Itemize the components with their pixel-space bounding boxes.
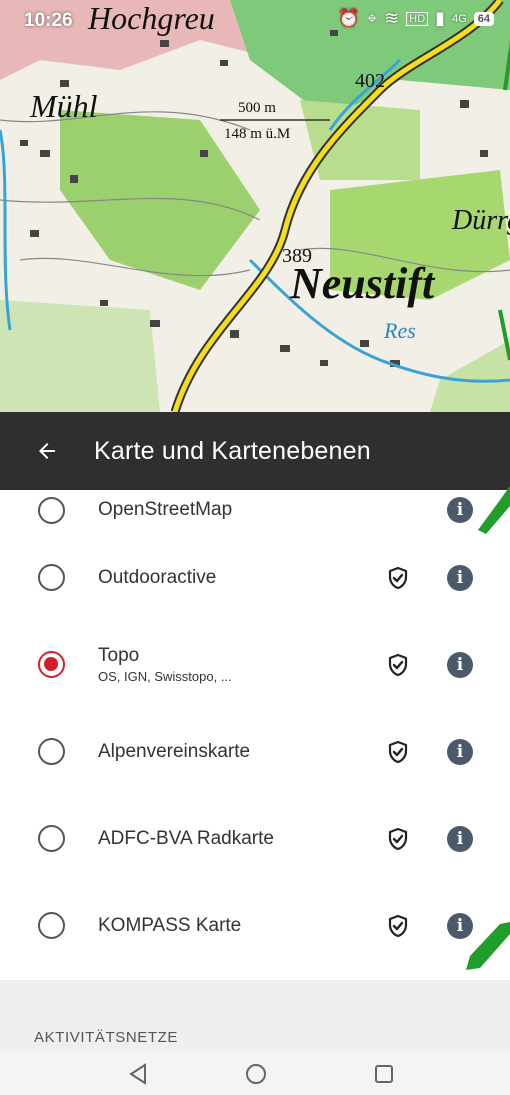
layer-sublabel: OS, IGN, Swisstopo, ... <box>98 669 232 684</box>
status-time: 10:26 <box>24 10 73 31</box>
radio-button[interactable] <box>38 496 65 524</box>
list-item[interactable]: Alpenvereinskarte i <box>0 708 510 795</box>
radio-button[interactable] <box>38 825 65 852</box>
hd-icon: HD <box>406 11 429 26</box>
nav-home-icon[interactable] <box>244 1062 268 1086</box>
layer-label: Alpenvereinskarte <box>98 740 251 762</box>
annotation-arrow-icon <box>478 486 510 534</box>
radio-button[interactable] <box>38 912 65 939</box>
map-view[interactable]: Hochgreu Mühl Neustift Dürrg Res 402 389… <box>0 0 510 412</box>
shield-check-icon <box>388 740 408 763</box>
app-bar: Karte und Kartenebenen <box>0 412 510 490</box>
system-nav-bar <box>0 1052 510 1095</box>
list-item[interactable]: Topo OS, IGN, Swisstopo, ... i <box>0 621 510 708</box>
map-town-label: Mühl <box>30 88 98 124</box>
layer-label: Topo <box>98 645 140 666</box>
status-bar: 10:26 ⏰ ⌖ ≋ HD ▮ 4G 64 <box>0 0 510 40</box>
signal-icon: ▮ <box>435 8 446 28</box>
annotation-arrow-icon <box>466 922 510 970</box>
map-water-label: Res <box>384 318 416 343</box>
info-icon[interactable]: i <box>447 564 473 591</box>
map-elevation-label: 402 <box>355 70 385 92</box>
radio-button-selected[interactable] <box>38 651 65 678</box>
layer-label: OpenStreetMap <box>98 499 233 520</box>
map-scale-label: 148 m ü.M <box>224 126 291 142</box>
info-icon[interactable]: i <box>447 651 473 678</box>
shield-check-icon <box>388 653 408 676</box>
shield-check-icon <box>388 827 408 850</box>
status-icons: ⏰ ⌖ ≋ HD ▮ 4G 64 <box>338 8 494 29</box>
list-item[interactable]: OpenStreetMap i <box>0 490 510 530</box>
section-title: AKTIVITÄTSNETZE <box>34 1029 179 1046</box>
shield-check-icon <box>388 914 408 937</box>
back-button[interactable] <box>0 412 94 490</box>
page-title: Karte und Kartenebenen <box>94 436 371 465</box>
battery-icon: 64 <box>473 11 494 26</box>
radio-button[interactable] <box>38 564 65 591</box>
list-item[interactable]: Outdooractive i <box>0 534 510 621</box>
map-town-label: Dürrg <box>452 205 510 236</box>
list-item[interactable]: KOMPASS Karte i <box>0 882 510 969</box>
map-scale-label: 500 m <box>238 100 276 116</box>
info-icon[interactable]: i <box>447 825 473 852</box>
topo-map-image <box>0 0 510 412</box>
list-item[interactable]: ADFC-BVA Radkarte i <box>0 795 510 882</box>
section-header: AKTIVITÄTSNETZE <box>0 980 510 1052</box>
radio-button[interactable] <box>38 738 65 765</box>
layer-label: ADFC-BVA Radkarte <box>98 827 274 849</box>
info-icon[interactable]: i <box>447 497 473 523</box>
layer-label: Outdooractive <box>98 566 217 588</box>
map-elevation-label: 389 <box>282 245 312 267</box>
layer-label: KOMPASS Karte <box>98 914 242 936</box>
arrow-left-icon <box>39 443 55 459</box>
location-icon: ⌖ <box>367 8 378 28</box>
alarm-icon: ⏰ <box>337 8 361 28</box>
wifi-icon: ≋ <box>384 8 400 28</box>
shield-check-icon <box>388 566 408 589</box>
map-layer-list: OpenStreetMap i Outdooractive i Topo OS,… <box>0 490 510 969</box>
nav-recents-icon[interactable] <box>372 1062 396 1086</box>
network-label: 4G <box>452 12 467 25</box>
nav-back-icon[interactable] <box>127 1062 149 1086</box>
info-icon[interactable]: i <box>447 738 473 765</box>
